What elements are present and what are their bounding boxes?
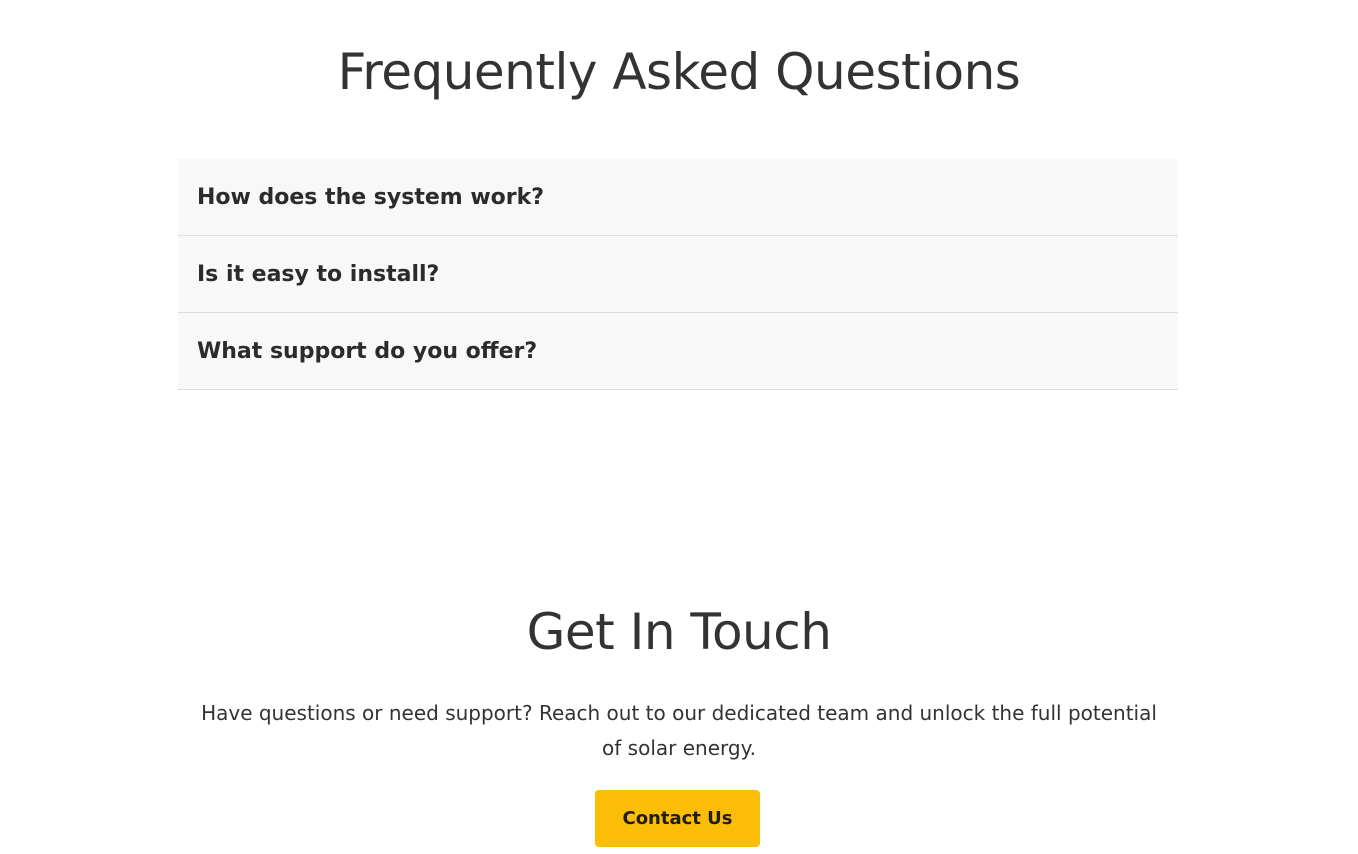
faq-question: What support do you offer? [197, 338, 538, 364]
contact-title: Get In Touch [526, 603, 832, 661]
page: Frequently Asked Questions How does the … [0, 0, 1358, 854]
contact-description: Have questions or need support? Reach ou… [201, 701, 1157, 760]
contact-us-button[interactable]: Contact Us [595, 790, 760, 847]
faq-item-easy-install[interactable]: Is it easy to install? [178, 236, 1178, 313]
faq-item-support[interactable]: What support do you offer? [178, 313, 1178, 390]
faq-item-system-work[interactable]: How does the system work? [178, 159, 1178, 236]
faq-question: How does the system work? [197, 184, 545, 210]
faq-list: How does the system work? Is it easy to … [178, 159, 1178, 390]
faq-title: Frequently Asked Questions [337, 43, 1021, 101]
faq-question: Is it easy to install? [197, 261, 440, 287]
